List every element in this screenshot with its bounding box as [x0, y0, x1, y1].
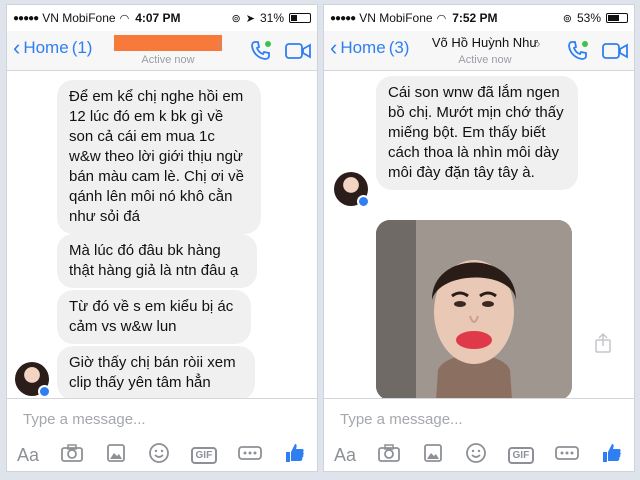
text-size-button[interactable]: Aa — [334, 445, 356, 466]
battery-percent: 53% — [576, 11, 601, 25]
active-status: Active now — [458, 54, 512, 66]
conversation-header: ‹ Home (3) Võ Hồ Huỳnh Như Active now › — [324, 31, 634, 71]
shared-photo[interactable] — [376, 220, 572, 398]
phone-call-icon[interactable] — [566, 39, 590, 68]
photo-gallery-icon[interactable] — [422, 442, 444, 469]
gif-button[interactable]: GIF — [507, 447, 535, 464]
right-phone-screen: ●●●●● VN MobiFone ◠ 7:52 PM ⊚ 53% ‹ Home… — [323, 4, 635, 472]
lock-rotation-icon: ⊚ — [562, 12, 572, 25]
like-thumb-icon[interactable] — [283, 441, 307, 470]
signal-icon: ●●●●● — [330, 12, 356, 24]
status-bar: ●●●●● VN MobiFone ◠ 4:07 PM ⊚ ➤ 31% — [7, 5, 317, 31]
lock-rotation-icon: ⊚ — [231, 12, 241, 25]
battery-icon — [606, 13, 628, 23]
battery-percent: 31% — [259, 11, 284, 25]
message-bubble: Giờ thấy chị bán ròii xem clip thấy yên … — [57, 346, 255, 398]
message-bubble: Cái son wnw đã lắm ngen bồ chị. Mướt mịn… — [376, 76, 578, 190]
sticker-icon[interactable] — [465, 442, 487, 469]
gif-button[interactable]: GIF — [190, 447, 218, 464]
message-input[interactable]: Type a message... — [340, 411, 463, 428]
messenger-badge-icon — [357, 195, 370, 208]
message-list: Cái son wnw đã lắm ngen bồ chị. Mướt mịn… — [324, 72, 634, 398]
carrier-name: VN MobiFone — [42, 11, 116, 25]
sender-avatar[interactable] — [15, 362, 51, 398]
active-status: Active now — [141, 54, 195, 66]
phone-call-icon[interactable] — [249, 39, 273, 68]
camera-icon[interactable] — [60, 443, 84, 468]
camera-icon[interactable] — [377, 443, 401, 468]
status-time: 4:07 PM — [135, 11, 181, 25]
more-options-icon[interactable] — [238, 445, 262, 466]
left-phone-screen: ●●●●● VN MobiFone ◠ 4:07 PM ⊚ ➤ 31% ‹ Ho… — [6, 4, 318, 472]
more-options-icon[interactable] — [555, 445, 579, 466]
redacted-contact-name — [114, 35, 222, 51]
carrier-name: VN MobiFone — [359, 11, 433, 25]
share-icon[interactable] — [594, 332, 612, 359]
text-size-button[interactable]: Aa — [17, 445, 39, 466]
photo-gallery-icon[interactable] — [105, 442, 127, 469]
unread-count: (3) — [388, 38, 410, 57]
contact-name: Võ Hồ Huỳnh Như — [431, 35, 539, 50]
message-list: Để em kể chị nghe hồi em 12 lúc đó em k … — [7, 72, 317, 398]
back-button[interactable]: ‹ Home (1) — [13, 37, 92, 59]
message-bubble: Để em kể chị nghe hồi em 12 lúc đó em k … — [57, 80, 261, 234]
message-composer: Type a message... Aa GIF — [324, 398, 634, 471]
chevron-left-icon: ‹ — [13, 35, 21, 60]
chevron-left-icon: ‹ — [330, 35, 338, 60]
conversation-header: ‹ Home (1) Active now › — [7, 31, 317, 71]
back-label: Home — [340, 38, 386, 57]
contact-title[interactable]: Active now — [107, 35, 229, 66]
like-thumb-icon[interactable] — [600, 441, 624, 470]
contact-title[interactable]: Võ Hồ Huỳnh Như Active now — [424, 35, 546, 66]
back-button[interactable]: ‹ Home (3) — [330, 37, 409, 59]
message-composer: Type a message... Aa GIF — [7, 398, 317, 471]
location-icon: ➤ — [245, 12, 255, 25]
wifi-icon: ◠ — [119, 12, 130, 25]
unread-count: (1) — [71, 38, 93, 57]
message-bubble: Mà lúc đó đâu bk hàng thật hàng giả là n… — [57, 234, 257, 288]
status-time: 7:52 PM — [452, 11, 498, 25]
message-input[interactable]: Type a message... — [23, 411, 146, 428]
video-call-icon[interactable] — [602, 41, 628, 66]
status-bar: ●●●●● VN MobiFone ◠ 7:52 PM ⊚ 53% — [324, 5, 634, 31]
battery-icon — [289, 13, 311, 23]
chevron-right-icon: › — [536, 35, 541, 51]
signal-icon: ●●●●● — [13, 12, 39, 24]
chevron-right-icon: › — [217, 35, 222, 51]
video-call-icon[interactable] — [285, 41, 311, 66]
back-label: Home — [23, 38, 69, 57]
wifi-icon: ◠ — [436, 12, 447, 25]
sticker-icon[interactable] — [148, 442, 170, 469]
sender-avatar[interactable] — [334, 172, 370, 208]
messenger-badge-icon — [38, 385, 51, 398]
message-bubble: Từ đó về s em kiểu bị ác cảm vs w&w lun — [57, 290, 251, 344]
